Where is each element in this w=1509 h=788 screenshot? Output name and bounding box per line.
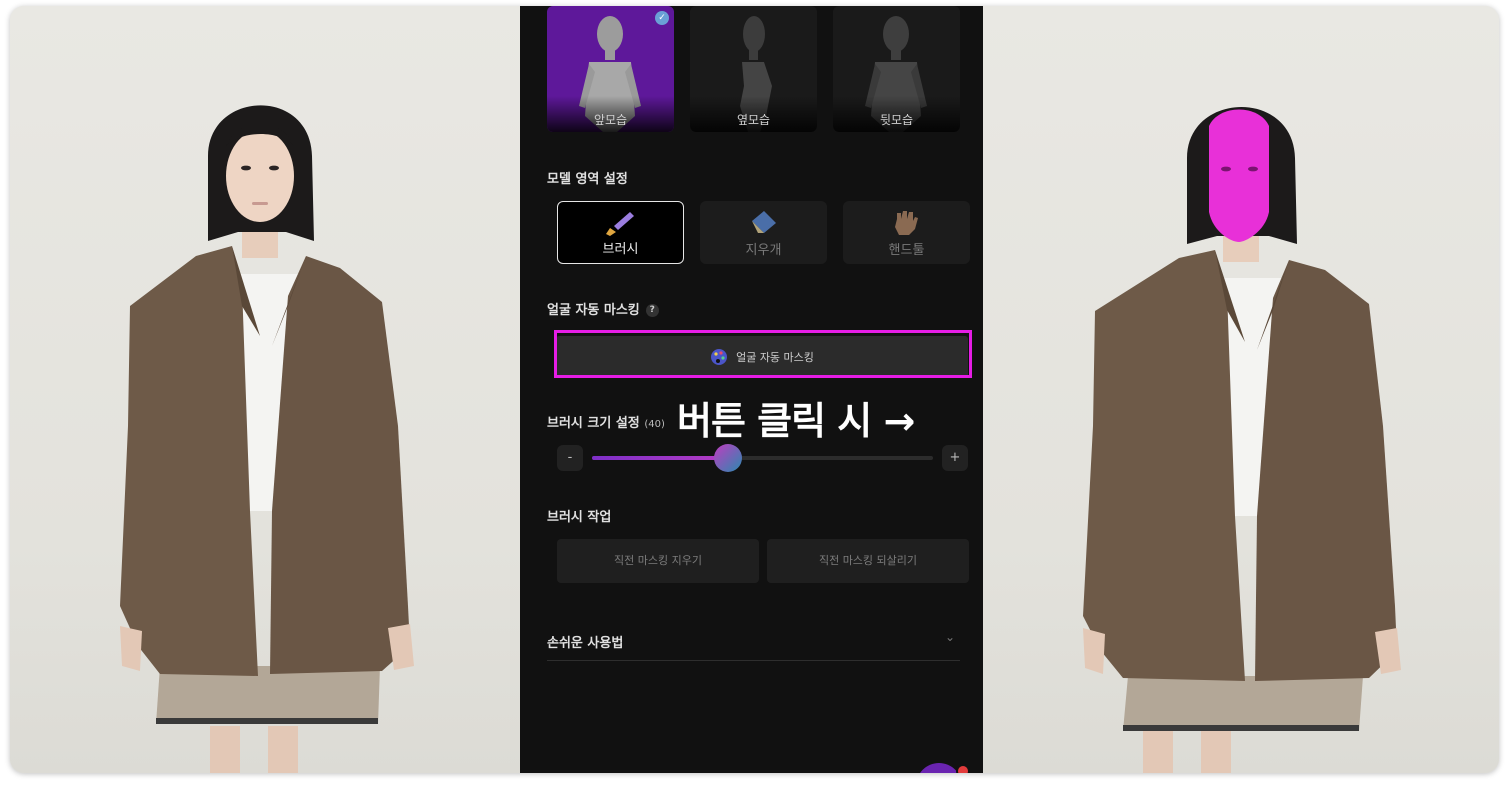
- redo-masking-button[interactable]: 직전 마스킹 되살리기: [767, 539, 969, 583]
- hand-icon: [895, 211, 918, 235]
- selected-check-icon: ✓: [655, 11, 669, 25]
- brush-size-decrease-button[interactable]: -: [557, 445, 583, 471]
- pose-side-card[interactable]: 옆모습: [690, 6, 817, 132]
- eraser-tool-button[interactable]: 지우개: [700, 201, 827, 264]
- brush-tool-button[interactable]: 브러시: [557, 201, 684, 264]
- divider: [547, 660, 960, 661]
- model-figure-masked: [1083, 106, 1401, 773]
- undo-masking-button[interactable]: 직전 마스킹 지우기: [557, 539, 759, 583]
- brush-size-slider-fill: [592, 456, 729, 460]
- chevron-down-icon[interactable]: ⌄: [945, 630, 955, 644]
- help-icon[interactable]: ?: [645, 304, 659, 317]
- original-model-photo: [10, 6, 520, 773]
- brush-size-title: 브러시 크기 설정 (40): [547, 412, 665, 431]
- notification-dot: [956, 764, 970, 773]
- screenshot-frame: 앞모습 ✓ 옆모습 뒷모습 모델 영역 설정 브러시 지우개 핸드툴 얼굴 자동…: [10, 6, 1499, 773]
- model-area-title: 모델 영역 설정: [547, 172, 628, 187]
- paintbrush-icon: [606, 212, 634, 236]
- masking-settings-panel: 앞모습 ✓ 옆모습 뒷모습 모델 영역 설정 브러시 지우개 핸드툴 얼굴 자동…: [520, 6, 983, 773]
- face-mask-overlay: [1209, 109, 1269, 242]
- highlight-box: [554, 330, 972, 378]
- pose-side-label: 옆모습: [736, 113, 771, 127]
- hand-tool-label: 핸드툴: [888, 243, 925, 258]
- callout-annotation: 버튼 클릭 시 →: [677, 399, 915, 443]
- brush-size-slider[interactable]: [592, 444, 933, 472]
- pose-back-label: 뒷모습: [879, 113, 914, 127]
- pose-back-card[interactable]: 뒷모습: [833, 6, 960, 132]
- face-masking-title: 얼굴 자동 마스킹?: [547, 299, 659, 318]
- model-figure-original: [120, 105, 414, 773]
- face-masking-title-text: 얼굴 자동 마스킹: [547, 303, 640, 318]
- brush-size-title-text: 브러시 크기 설정: [547, 416, 640, 431]
- brush-tool-label: 브러시: [602, 242, 639, 257]
- brush-size-value: (40): [644, 419, 665, 430]
- brush-size-increase-button[interactable]: +: [942, 445, 968, 471]
- hand-tool-button[interactable]: 핸드툴: [843, 201, 970, 264]
- guide-accordion-title[interactable]: 손쉬운 사용법: [547, 632, 623, 651]
- eraser-tool-label: 지우개: [745, 243, 782, 258]
- brush-actions-title: 브러시 작업: [547, 510, 612, 525]
- eraser-icon: [752, 211, 776, 233]
- brush-size-slider-thumb[interactable]: [714, 444, 743, 472]
- pose-front-card[interactable]: 앞모습 ✓: [547, 6, 674, 132]
- masked-result-photo: [983, 6, 1499, 773]
- pose-front-label: 앞모습: [593, 113, 628, 127]
